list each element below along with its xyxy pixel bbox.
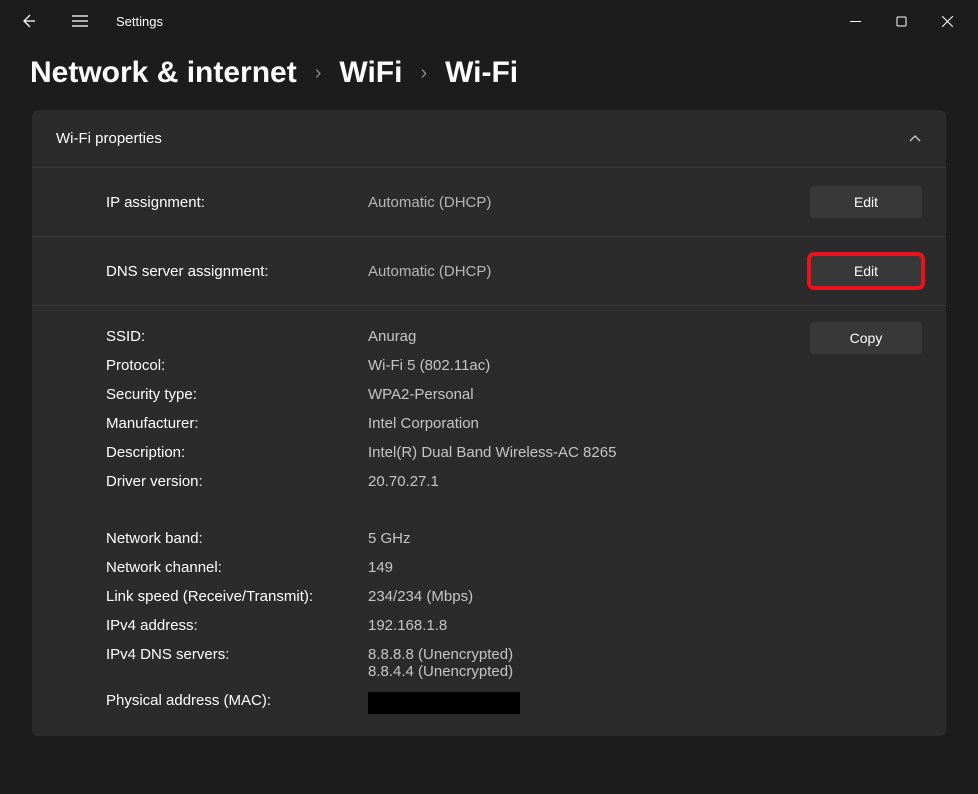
detail-row: SSID:Anurag	[106, 322, 922, 351]
detail-label: Security type:	[106, 386, 368, 403]
redacted-mac	[368, 692, 520, 714]
detail-label: Physical address (MAC):	[106, 692, 368, 714]
ip-assignment-edit-button[interactable]: Edit	[810, 186, 922, 218]
minimize-icon	[850, 16, 861, 27]
hamburger-icon	[72, 15, 88, 27]
breadcrumb-wifi[interactable]: WiFi	[339, 56, 402, 90]
close-icon	[942, 16, 953, 27]
detail-row: Security type:WPA2-Personal	[106, 380, 922, 409]
detail-label: Description:	[106, 444, 368, 461]
detail-row: Physical address (MAC):	[106, 686, 922, 720]
detail-row: Link speed (Receive/Transmit):234/234 (M…	[106, 582, 922, 611]
detail-value: 8.8.8.8 (Unencrypted)8.8.4.4 (Unencrypte…	[368, 646, 922, 680]
dns-assignment-row: DNS server assignment: Automatic (DHCP) …	[32, 237, 946, 306]
breadcrumb-wifi-network: Wi-Fi	[445, 56, 518, 90]
breadcrumb-network[interactable]: Network & internet	[30, 56, 297, 90]
detail-label: Protocol:	[106, 357, 368, 374]
chevron-right-icon: ›	[420, 62, 427, 85]
chevron-up-icon	[908, 132, 922, 146]
dns-assignment-value: Automatic (DHCP)	[368, 263, 810, 280]
chevron-right-icon: ›	[315, 62, 322, 85]
detail-label: Network band:	[106, 530, 368, 547]
wifi-properties-panel: Wi-Fi properties IP assignment: Automati…	[32, 110, 946, 736]
detail-label: Network channel:	[106, 559, 368, 576]
detail-row: Protocol:Wi-Fi 5 (802.11ac)	[106, 351, 922, 380]
detail-row: Description:Intel(R) Dual Band Wireless-…	[106, 438, 922, 467]
detail-label: Driver version:	[106, 473, 368, 490]
panel-title: Wi-Fi properties	[56, 130, 162, 147]
back-arrow-icon	[20, 13, 36, 29]
ip-assignment-row: IP assignment: Automatic (DHCP) Edit	[32, 168, 946, 237]
close-button[interactable]	[924, 5, 970, 37]
detail-value: 192.168.1.8	[368, 617, 922, 634]
detail-label: Manufacturer:	[106, 415, 368, 432]
detail-value: 149	[368, 559, 922, 576]
detail-row: IPv4 DNS servers:8.8.8.8 (Unencrypted)8.…	[106, 640, 922, 686]
hamburger-button[interactable]	[60, 5, 100, 37]
app-title: Settings	[116, 14, 163, 29]
detail-value: Wi-Fi 5 (802.11ac)	[368, 357, 922, 374]
detail-label: SSID:	[106, 328, 368, 345]
detail-row: Network band:5 GHz	[106, 524, 922, 553]
breadcrumb: Network & internet › WiFi › Wi-Fi	[0, 42, 978, 110]
detail-row: Network channel:149	[106, 553, 922, 582]
titlebar: Settings	[0, 0, 978, 42]
detail-row: Driver version:20.70.27.1	[106, 467, 922, 496]
maximize-button[interactable]	[878, 5, 924, 37]
detail-value: Intel Corporation	[368, 415, 922, 432]
panel-header[interactable]: Wi-Fi properties	[32, 110, 946, 168]
detail-label: IPv4 DNS servers:	[106, 646, 368, 680]
detail-label: IPv4 address:	[106, 617, 368, 634]
back-button[interactable]	[8, 5, 48, 37]
ip-assignment-value: Automatic (DHCP)	[368, 194, 810, 211]
detail-value: 20.70.27.1	[368, 473, 922, 490]
detail-row: IPv4 address:192.168.1.8	[106, 611, 922, 640]
dns-assignment-label: DNS server assignment:	[106, 263, 368, 280]
ip-assignment-label: IP assignment:	[106, 194, 368, 211]
minimize-button[interactable]	[832, 5, 878, 37]
detail-label: Link speed (Receive/Transmit):	[106, 588, 368, 605]
details-section: Copy SSID:AnuragProtocol:Wi-Fi 5 (802.11…	[32, 306, 946, 736]
maximize-icon	[896, 16, 907, 27]
copy-button[interactable]: Copy	[810, 322, 922, 354]
detail-value: 5 GHz	[368, 530, 922, 547]
detail-row: Manufacturer:Intel Corporation	[106, 409, 922, 438]
detail-value: Intel(R) Dual Band Wireless-AC 8265	[368, 444, 922, 461]
detail-value: 234/234 (Mbps)	[368, 588, 922, 605]
detail-value	[368, 692, 922, 714]
detail-value: WPA2-Personal	[368, 386, 922, 403]
dns-assignment-edit-button[interactable]: Edit	[810, 255, 922, 287]
